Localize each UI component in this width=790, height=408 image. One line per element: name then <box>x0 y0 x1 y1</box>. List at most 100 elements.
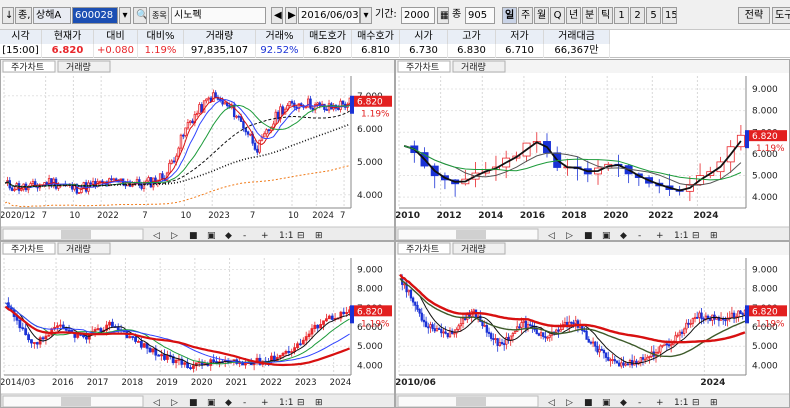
candle-body <box>411 297 415 303</box>
count-toggle[interactable]: ▦ <box>437 7 449 24</box>
candle-body <box>165 354 169 360</box>
panel-control-0: ◁ <box>548 398 555 408</box>
panel-control-1: ▷ <box>171 231 178 241</box>
period-button-8[interactable]: 2 <box>630 7 645 24</box>
panel-scroll-thumb <box>61 397 91 406</box>
search-icon[interactable]: 🔍 <box>133 7 147 24</box>
x-tick-label: 2022 <box>648 211 673 221</box>
quote-value-9: 6.830 <box>448 44 496 58</box>
panel-control-2: ■ <box>189 398 198 408</box>
panel-control-1: ▷ <box>566 398 573 408</box>
price-tag-value: 6.820 <box>752 132 778 142</box>
candle-body <box>325 318 328 322</box>
period-button-1[interactable]: 주 <box>518 7 533 24</box>
chart-panel-4[interactable]: 주가차트거래량9.0008.0007.0006.0005.0004.000201… <box>395 241 790 408</box>
candle-body <box>463 318 467 321</box>
candle-body <box>61 324 65 328</box>
info-badge[interactable]: 종목 <box>149 7 169 24</box>
y-tick-label: 4.000 <box>752 193 778 203</box>
x-tick-label: 2024 <box>330 378 352 388</box>
candle-body <box>186 122 190 129</box>
candle-body <box>602 350 606 354</box>
quote-header-9: 고가 <box>448 30 496 44</box>
candle-body <box>420 312 423 321</box>
candle-body <box>433 328 436 332</box>
panel-control-1: ▷ <box>171 398 178 408</box>
period-label: 기간: <box>375 9 397 20</box>
candle-body <box>322 320 325 325</box>
candle-body <box>112 178 116 181</box>
x-tick-label: 2016 <box>520 211 545 221</box>
panel-scroll-thumb <box>456 230 486 239</box>
panel-tab-label-0: 주가차트 <box>11 243 44 255</box>
candle-body <box>96 328 100 330</box>
quote-header-2: 대비 <box>94 30 138 44</box>
y-tick-label: 8.000 <box>357 285 383 295</box>
candle-body <box>91 180 95 185</box>
candle-body <box>678 331 682 336</box>
candle-body <box>572 322 575 325</box>
period-button-10[interactable]: 15 <box>662 7 677 24</box>
x-tick-label: 2023 <box>208 211 230 221</box>
period-button-0[interactable]: 일 <box>502 7 517 24</box>
prev-date-button[interactable]: ◀ <box>271 7 283 24</box>
candle-body <box>195 112 199 115</box>
period-button-6[interactable]: 틱 <box>598 7 613 24</box>
candle-body <box>604 352 608 358</box>
y-tick-label: 4.000 <box>357 361 383 371</box>
candle-body <box>184 127 187 136</box>
candle-body <box>663 343 666 346</box>
panel-control-8: ⊟ <box>692 231 700 241</box>
candle-body <box>281 106 284 115</box>
candle-body <box>457 325 460 330</box>
strategy-button[interactable]: 전략 <box>738 7 770 24</box>
panel-control-0: ◁ <box>153 231 160 241</box>
candle-body <box>330 315 334 320</box>
x-tick-label: 2021 <box>226 378 248 388</box>
x-tick-label: 2010 <box>396 211 420 221</box>
panel-control-0: ◁ <box>548 231 555 241</box>
chart-panel-3[interactable]: 주가차트거래량9.0008.0007.0006.0005.0004.000201… <box>0 241 395 408</box>
down-arrow-button[interactable]: ↓ <box>2 7 14 24</box>
candle-body <box>444 331 447 334</box>
tools-button[interactable]: 도구 <box>772 7 790 24</box>
panel-tab-label-1: 거래량 <box>66 61 91 73</box>
candle-body <box>10 187 14 191</box>
period-button-9[interactable]: 5 <box>646 7 661 24</box>
date-dropdown-icon[interactable]: ▾ <box>360 7 372 24</box>
chart-1: 주가차트거래량7.0006.0005.0004.0002020/12710202… <box>1 60 394 241</box>
stock-code-input[interactable]: 600028 <box>72 7 118 24</box>
panel-control-0: ◁ <box>153 398 160 408</box>
quote-value-8: 6.730 <box>400 44 448 58</box>
candle-body <box>570 321 573 324</box>
chart-3: 주가차트거래량9.0008.0007.0006.0005.0004.000201… <box>1 242 394 408</box>
candle-body <box>310 328 314 335</box>
candle-body <box>689 322 692 325</box>
market-select[interactable]: 상해A <box>33 7 71 24</box>
chart-panel-2[interactable]: 주가차트거래량9.0008.0007.0006.0005.0004.000201… <box>395 59 790 241</box>
date-input[interactable]: 2016/06/03 <box>298 7 360 24</box>
period-button-5[interactable]: 분 <box>582 7 597 24</box>
type-button[interactable]: 종, <box>15 7 32 24</box>
price-tag-value: 6.820 <box>752 307 778 317</box>
candle-body <box>557 329 560 332</box>
x-tick-label: 7 <box>340 211 345 221</box>
candle-body <box>67 329 71 332</box>
quote-header-3: 대비% <box>138 30 184 44</box>
period-input[interactable]: 2000 <box>401 7 435 24</box>
code-dropdown-icon[interactable]: ▾ <box>119 7 131 24</box>
candle-body <box>518 326 521 329</box>
chart-panel-1[interactable]: 주가차트거래량7.0006.0005.0004.0002020/12710202… <box>0 59 395 241</box>
count-input[interactable]: 905 <box>465 7 495 24</box>
candle-body <box>200 104 203 113</box>
period-button-7[interactable]: 1 <box>614 7 629 24</box>
period-button-3[interactable]: Q <box>550 7 565 24</box>
period-button-4[interactable]: 년 <box>566 7 581 24</box>
period-button-2[interactable]: 월 <box>534 7 549 24</box>
moving-average-line <box>4 305 351 367</box>
candle-body <box>341 100 345 105</box>
candle-body <box>161 173 164 179</box>
candle-body <box>157 354 161 357</box>
next-date-button[interactable]: ▶ <box>285 7 297 24</box>
candle-body <box>667 344 671 347</box>
